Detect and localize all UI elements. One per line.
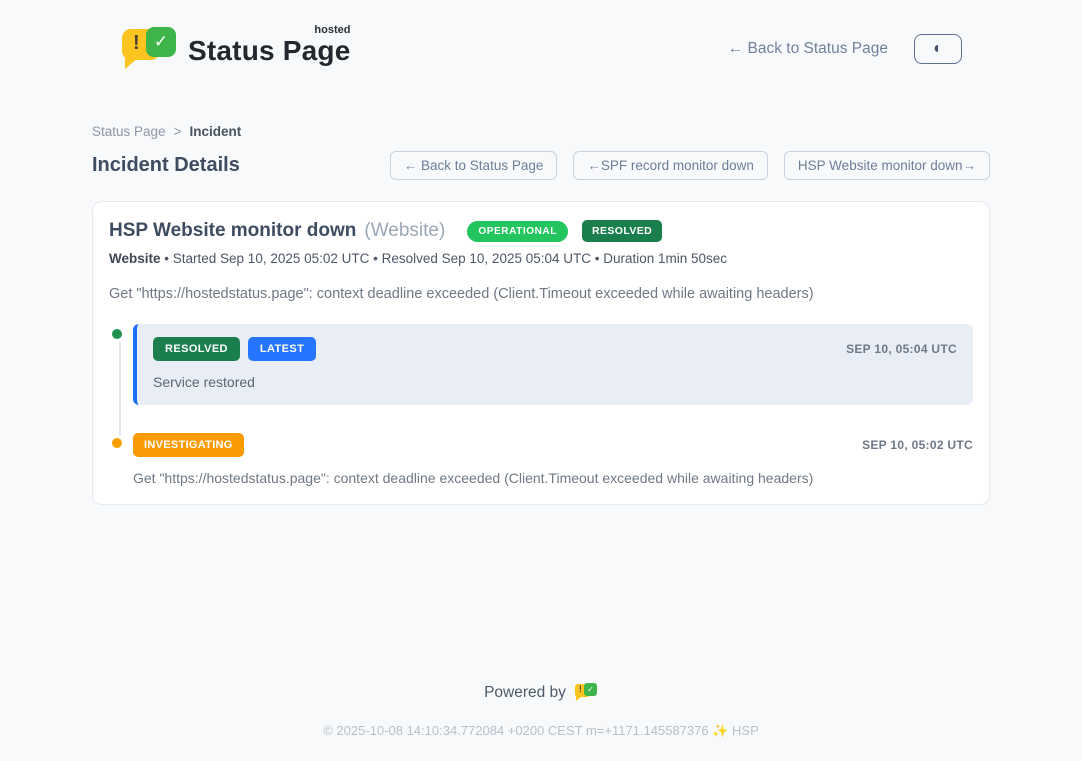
incident-card: HSP Website monitor down (Website) OPERA… — [92, 201, 990, 505]
back-to-status-page-button[interactable]: ← Back to Status Page — [390, 151, 558, 180]
exclamation-glyph: ! — [133, 32, 140, 55]
update-badges: RESOLVED LATEST — [153, 337, 316, 361]
timeline-entry-resolved: RESOLVED LATEST SEP 10, 05:04 UTC Servic… — [109, 324, 973, 405]
page-title: Incident Details — [92, 154, 240, 177]
brand-mini-icon[interactable]: ! ✓ — [574, 683, 598, 703]
contrast-icon: ◐ — [933, 41, 943, 57]
update-header: RESOLVED LATEST SEP 10, 05:04 UTC — [153, 337, 957, 361]
checkmark-icon: ✓ — [584, 683, 597, 696]
operational-badge: OPERATIONAL — [467, 221, 568, 242]
timeline-entry-body: INVESTIGATING SEP 10, 05:02 UTC Get "htt… — [133, 433, 973, 486]
update-header: INVESTIGATING SEP 10, 05:02 UTC — [133, 433, 973, 457]
title-row: Incident Details ← Back to Status Page ←… — [92, 151, 990, 180]
header: ! ✓ hosted Status Page ← Back to Status … — [120, 0, 962, 76]
latest-update-card: RESOLVED LATEST SEP 10, 05:04 UTC Servic… — [133, 324, 973, 405]
orange-dot-icon — [109, 435, 125, 451]
investigating-badge: INVESTIGATING — [133, 433, 244, 457]
incident-component: (Website) — [364, 220, 445, 242]
breadcrumb-separator: > — [174, 124, 182, 139]
timeline-entry-body: RESOLVED LATEST SEP 10, 05:04 UTC Servic… — [133, 324, 973, 405]
meta-component: Website — [109, 251, 161, 266]
breadcrumb-status-page[interactable]: Status Page — [92, 124, 166, 139]
prev-incident-button[interactable]: ←SPF record monitor down — [573, 151, 768, 180]
header-right: ← Back to Status Page ◐ — [728, 34, 962, 64]
update-badges: INVESTIGATING — [133, 433, 244, 457]
green-dot-icon — [109, 326, 125, 342]
latest-badge: LATEST — [248, 337, 316, 361]
incident-title-row: HSP Website monitor down (Website) OPERA… — [109, 220, 973, 242]
powered-by: Powered by ! ✓ — [484, 683, 598, 703]
theme-toggle-button[interactable]: ◐ — [914, 34, 962, 64]
breadcrumb: Status Page > Incident — [92, 124, 990, 139]
incident-timeline: RESOLVED LATEST SEP 10, 05:04 UTC Servic… — [109, 324, 973, 486]
footer: Powered by ! ✓ © 2025-10-08 14:10:34.772… — [0, 683, 1082, 761]
header-back-link[interactable]: ← Back to Status Page — [728, 40, 888, 58]
checkmark-icon: ✓ — [146, 27, 176, 57]
incident-description: Get "https://hostedstatus.page": context… — [109, 286, 973, 302]
brand-name: Status Page — [188, 35, 350, 66]
meta-details: • Started Sep 10, 2025 05:02 UTC • Resol… — [164, 251, 727, 266]
update-timestamp: SEP 10, 05:02 UTC — [862, 438, 973, 452]
update-message: Get "https://hostedstatus.page": context… — [133, 470, 973, 486]
brand-text-wrap: hosted Status Page — [188, 35, 350, 71]
update-timestamp: SEP 10, 05:04 UTC — [846, 342, 957, 356]
timeline-entry-investigating: INVESTIGATING SEP 10, 05:02 UTC Get "htt… — [109, 433, 973, 486]
main-content: Status Page > Incident Incident Details … — [92, 124, 990, 505]
resolved-badge: RESOLVED — [153, 337, 240, 361]
incident-title: HSP Website monitor down — [109, 220, 356, 242]
exclamation-glyph: ! — [579, 684, 582, 694]
brand-superscript: hosted — [314, 24, 350, 36]
powered-by-label: Powered by — [484, 684, 566, 702]
breadcrumb-incident: Incident — [189, 124, 241, 139]
brand-icon: ! ✓ — [120, 27, 178, 71]
incident-nav-buttons: ← Back to Status Page ←SPF record monito… — [390, 151, 990, 180]
brand-logo[interactable]: ! ✓ hosted Status Page — [120, 27, 350, 71]
next-incident-button[interactable]: HSP Website monitor down→ — [784, 151, 990, 180]
incident-meta: Website • Started Sep 10, 2025 05:02 UTC… — [109, 251, 973, 266]
update-message: Service restored — [153, 374, 957, 390]
resolved-status-badge: RESOLVED — [582, 220, 662, 242]
